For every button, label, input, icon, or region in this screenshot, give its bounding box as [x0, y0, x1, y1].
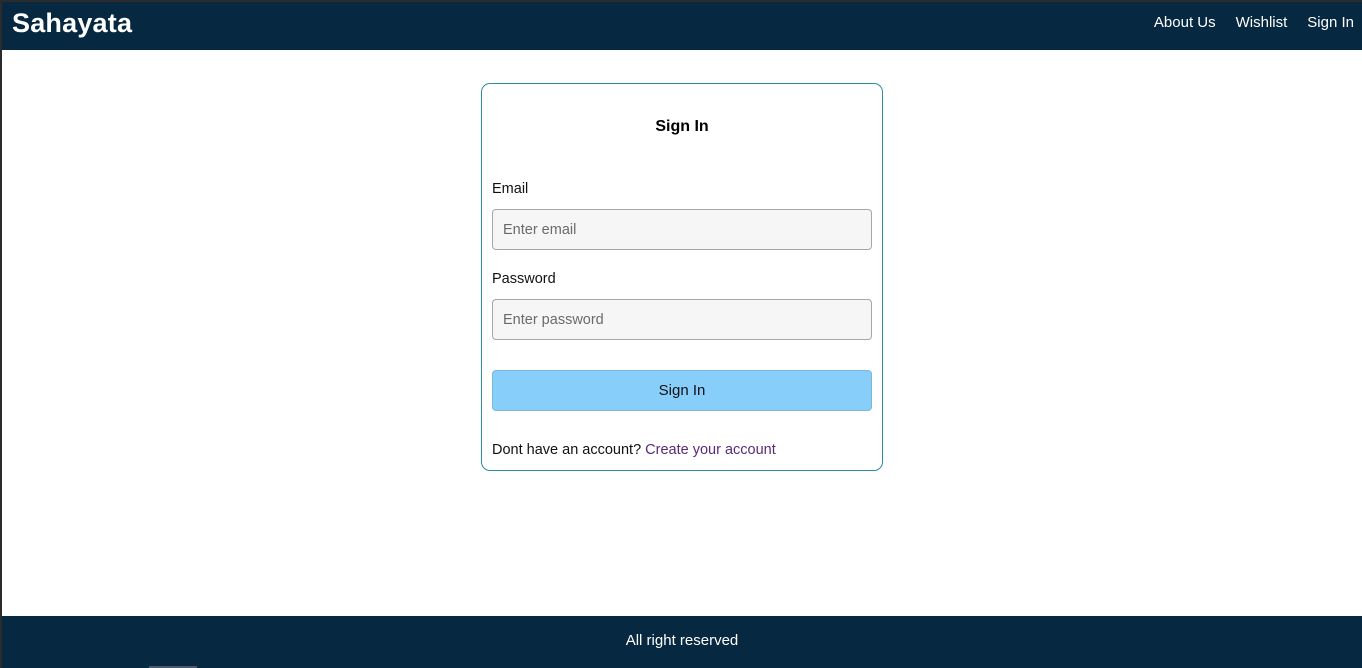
password-field[interactable]	[492, 299, 872, 340]
nav-link-sign-in[interactable]: Sign In	[1307, 14, 1354, 31]
create-account-link[interactable]: Create your account	[645, 442, 776, 458]
main-nav: About Us Wishlist Sign In	[1154, 14, 1354, 31]
main-content: Sign In Email Password Sign In Dont have…	[2, 50, 1362, 616]
nav-link-wishlist[interactable]: Wishlist	[1236, 14, 1288, 31]
top-navbar: Sahayata About Us Wishlist Sign In	[2, 2, 1362, 50]
password-label: Password	[492, 271, 556, 287]
sign-in-button[interactable]: Sign In	[492, 370, 872, 411]
email-field[interactable]	[492, 209, 872, 250]
page-footer: All right reserved	[2, 616, 1362, 668]
nav-link-about-us[interactable]: About Us	[1154, 14, 1216, 31]
footer-text: All right reserved	[625, 632, 739, 649]
signup-prompt: Dont have an account?	[492, 442, 642, 458]
brand-logo[interactable]: Sahayata	[12, 8, 132, 39]
email-label: Email	[492, 181, 529, 197]
signup-row: Dont have an account? Create your accoun…	[492, 442, 776, 458]
signin-card: Sign In Email Password Sign In Dont have…	[481, 83, 883, 471]
signin-title: Sign In	[655, 118, 709, 135]
